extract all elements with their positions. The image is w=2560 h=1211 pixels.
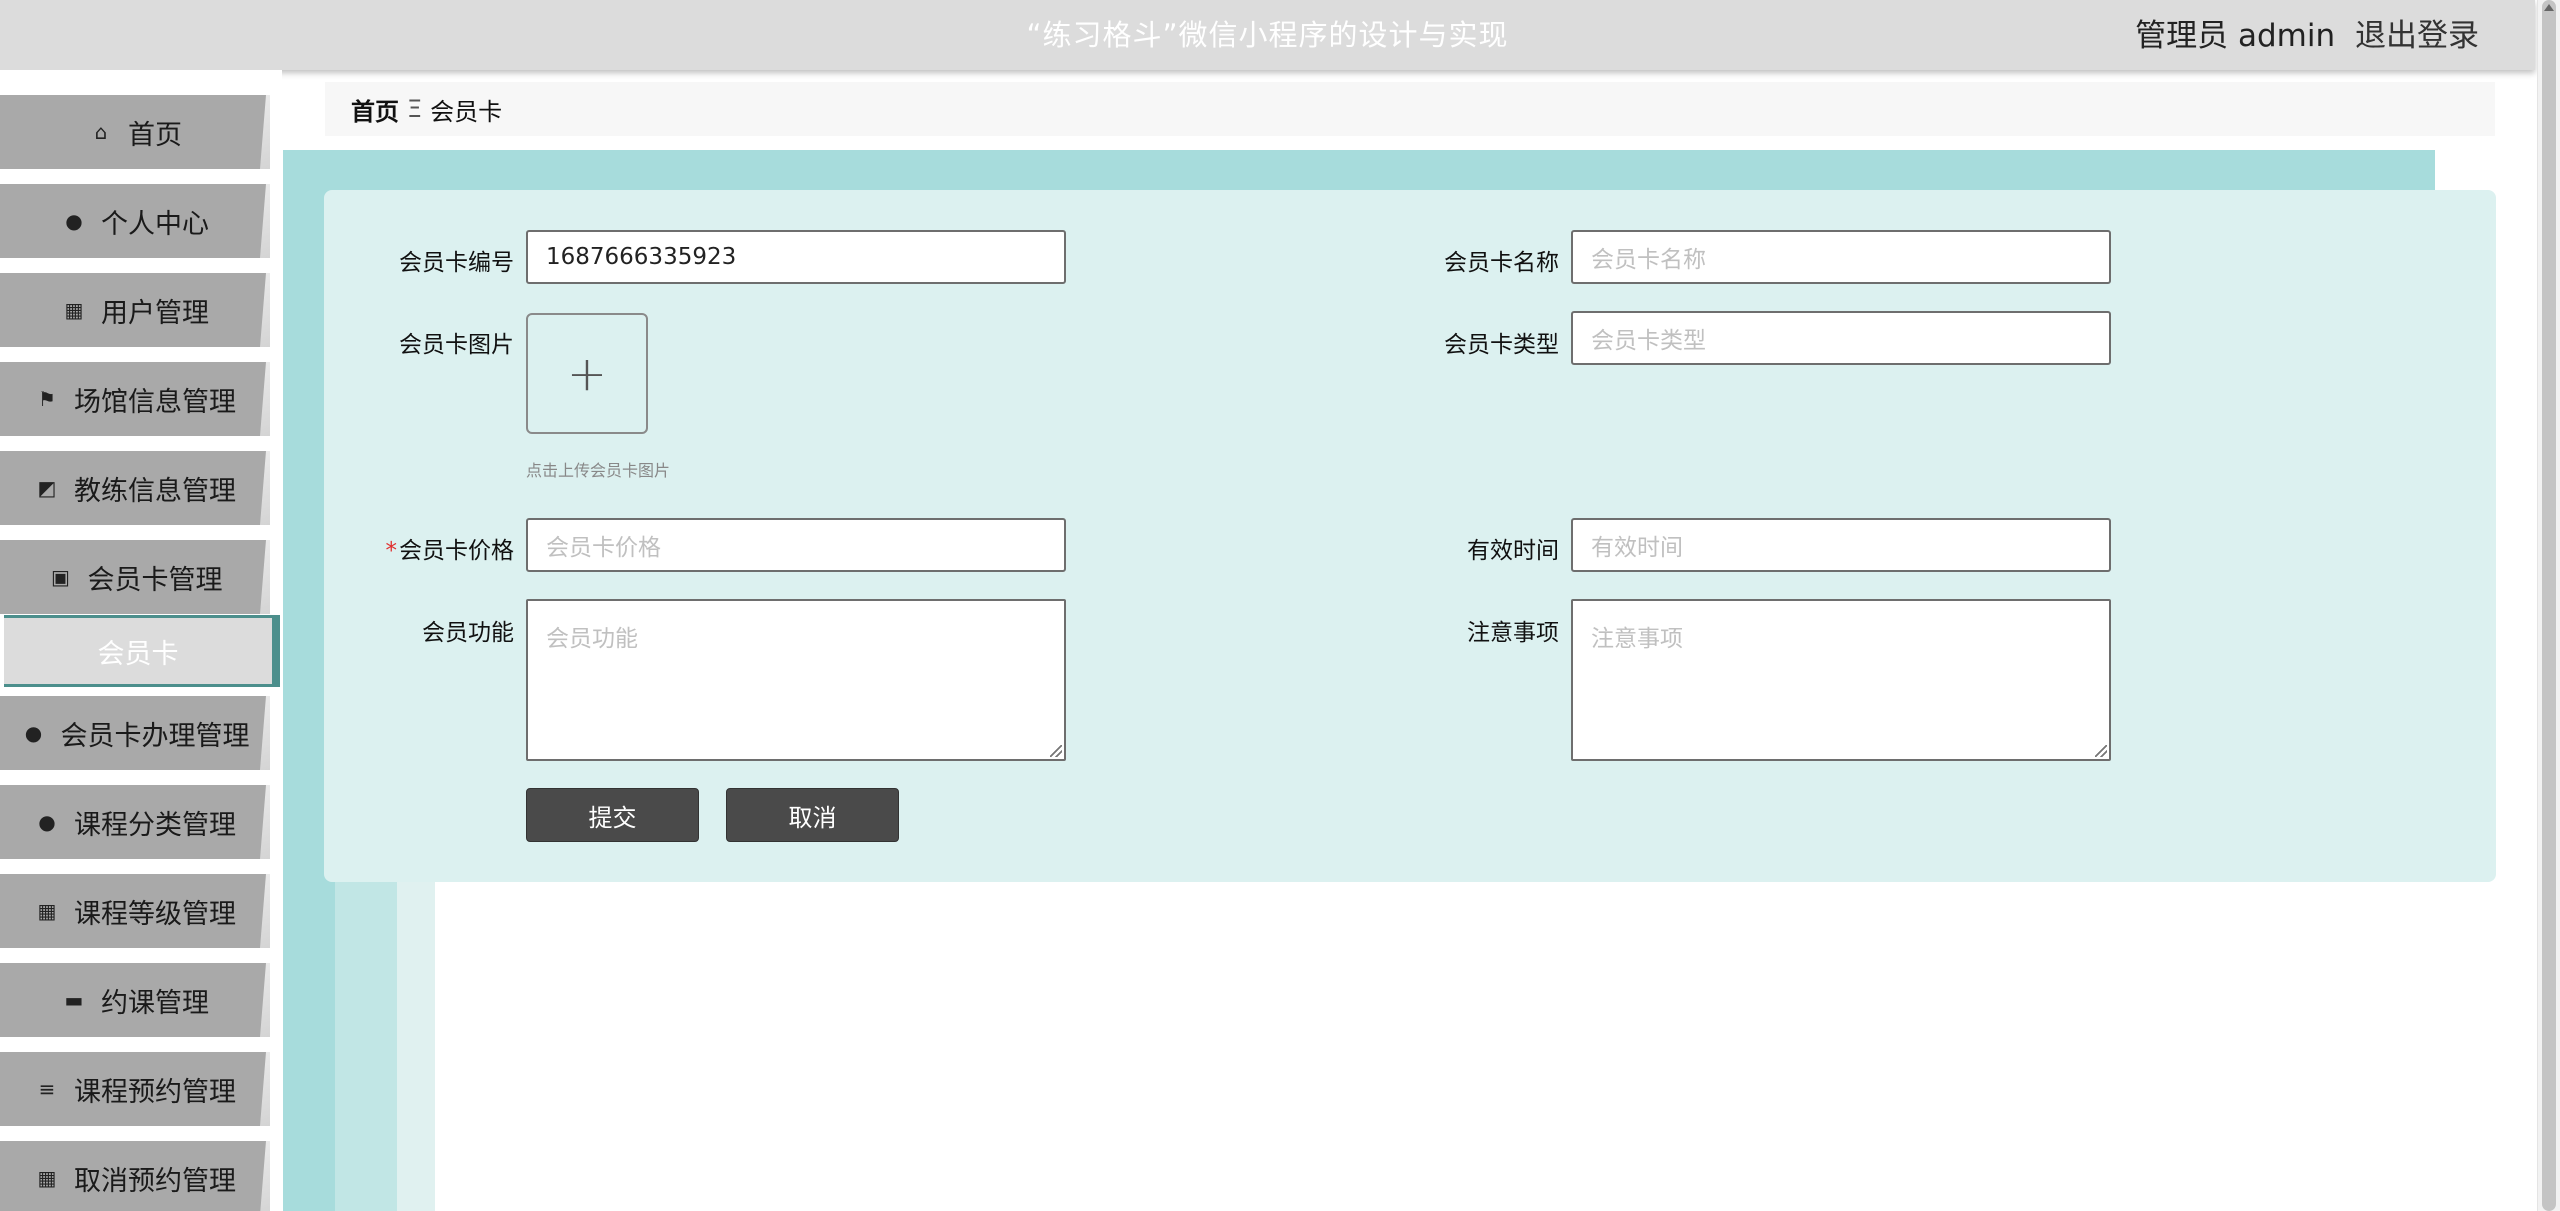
breadcrumb-current: 会员卡 <box>430 97 503 126</box>
grid-icon: ▦ <box>37 899 57 923</box>
grid-icon: ▦ <box>64 298 84 322</box>
list-icon: ≡ <box>38 1077 56 1101</box>
valid-time-label: 有效时间 <box>1467 538 1559 564</box>
sidebar-item-personal-center[interactable]: ● 个人中心 <box>0 184 270 258</box>
card-name-input[interactable]: 会员卡名称 <box>1571 230 2111 284</box>
required-mark: * <box>385 538 398 564</box>
sidebar-item-label: 约课管理 <box>101 987 209 1019</box>
content-background-step-light <box>397 870 435 1211</box>
sidebar-subitem-membership-card[interactable]: 会员卡 <box>4 615 280 687</box>
sidebar-item-course-reservation-management[interactable]: ≡ 课程预约管理 <box>0 1052 270 1126</box>
sidebar: ⌂ 首页 ● 个人中心 ▦ 用户管理 ⚑ 场馆信息管理 ◩ 教练信息管理 ▣ 会… <box>0 70 282 1211</box>
sidebar-item-venue-management[interactable]: ⚑ 场馆信息管理 <box>0 362 270 436</box>
card-type-input[interactable]: 会员卡类型 <box>1571 311 2111 365</box>
card-name-label: 会员卡名称 <box>1444 250 1559 276</box>
user-icon: ● <box>38 810 56 834</box>
card-image-label: 会员卡图片 <box>399 332 514 358</box>
member-features-placeholder: 会员功能 <box>546 626 638 652</box>
content-background-step <box>335 870 397 1211</box>
sidebar-item-label: 教练信息管理 <box>74 475 236 507</box>
chart-icon: ◩ <box>37 476 57 500</box>
resize-handle-icon[interactable] <box>1050 745 1062 757</box>
plus-icon: + <box>566 345 608 402</box>
card-price-input[interactable]: 会员卡价格 <box>526 518 1066 572</box>
breadcrumb-home[interactable]: 首页 <box>351 92 399 127</box>
flag-icon: ⚑ <box>38 387 56 411</box>
member-features-label: 会员功能 <box>422 620 514 646</box>
member-features-textarea[interactable]: 会员功能 <box>526 599 1066 761</box>
sidebar-item-membership-card-management[interactable]: ▣ 会员卡管理 <box>0 540 270 614</box>
sidebar-item-label: 个人中心 <box>101 208 209 240</box>
briefcase-icon: ▬ <box>64 988 84 1012</box>
submit-button[interactable]: 提交 <box>526 788 699 842</box>
user-icon: ● <box>65 209 83 233</box>
notes-textarea[interactable]: 注意事项 <box>1571 599 2111 761</box>
scroll-up-arrow-icon[interactable] <box>2544 4 2554 11</box>
clipboard-icon: ▣ <box>51 565 70 589</box>
vertical-scrollbar[interactable] <box>2537 0 2560 1211</box>
upload-hint: 点击上传会员卡图片 <box>526 461 671 480</box>
scrollbar-thumb[interactable] <box>2542 0 2556 1211</box>
sidebar-item-label: 取消预约管理 <box>74 1165 236 1197</box>
card-price-label: *会员卡价格 <box>314 531 515 565</box>
image-upload-button[interactable]: + <box>526 313 648 434</box>
user-area: 管理员 admin 退出登录 <box>2135 10 2479 55</box>
content-lower-area <box>435 880 2537 1211</box>
sidebar-item-user-management[interactable]: ▦ 用户管理 <box>0 273 270 347</box>
sidebar-item-label: 会员卡管理 <box>87 564 223 596</box>
sidebar-item-course-category-management[interactable]: ● 课程分类管理 <box>0 785 270 859</box>
logout-link[interactable]: 退出登录 <box>2355 18 2479 54</box>
breadcrumb-separator-icon: Ξ <box>407 95 423 123</box>
notes-placeholder: 注意事项 <box>1591 626 1683 652</box>
card-price-label-text: 会员卡价格 <box>399 538 514 564</box>
sidebar-item-home[interactable]: ⌂ 首页 <box>0 95 270 169</box>
top-header: “练习格斗”微信小程序的设计与实现 管理员 admin 退出登录 <box>0 0 2535 70</box>
valid-time-input[interactable]: 有效时间 <box>1571 518 2111 572</box>
content-background-corner <box>2435 150 2537 190</box>
sidebar-item-label: 课程预约管理 <box>74 1076 236 1108</box>
bulb-icon: ● <box>24 721 43 745</box>
card-number-input[interactable]: 1687666335923 <box>526 230 1066 284</box>
cancel-button[interactable]: 取消 <box>726 788 899 842</box>
notes-label: 注意事项 <box>1467 620 1559 646</box>
grid-icon: ▦ <box>37 1166 57 1190</box>
sidebar-item-cancel-reservation-management[interactable]: ▦ 取消预约管理 <box>0 1141 270 1211</box>
sidebar-item-card-application-management[interactable]: ● 会员卡办理管理 <box>0 696 270 770</box>
sidebar-item-label: 场馆信息管理 <box>74 386 236 418</box>
sidebar-item-label: 会员卡办理管理 <box>60 720 250 752</box>
home-icon: ⌂ <box>94 120 108 144</box>
admin-user-label: 管理员 admin <box>2135 18 2336 54</box>
sidebar-item-label: 课程等级管理 <box>74 898 236 930</box>
breadcrumb: 首页 Ξ 会员卡 <box>325 82 2495 136</box>
sidebar-item-label: 首页 <box>128 119 182 151</box>
card-number-label: 会员卡编号 <box>399 250 514 276</box>
sidebar-item-course-level-management[interactable]: ▦ 课程等级管理 <box>0 874 270 948</box>
card-type-label: 会员卡类型 <box>1444 332 1559 358</box>
resize-handle-icon[interactable] <box>2095 745 2107 757</box>
sidebar-item-label: 课程分类管理 <box>74 809 236 841</box>
sidebar-item-coach-management[interactable]: ◩ 教练信息管理 <box>0 451 270 525</box>
sidebar-item-label: 用户管理 <box>101 297 209 329</box>
sidebar-item-class-booking-management[interactable]: ▬ 约课管理 <box>0 963 270 1037</box>
